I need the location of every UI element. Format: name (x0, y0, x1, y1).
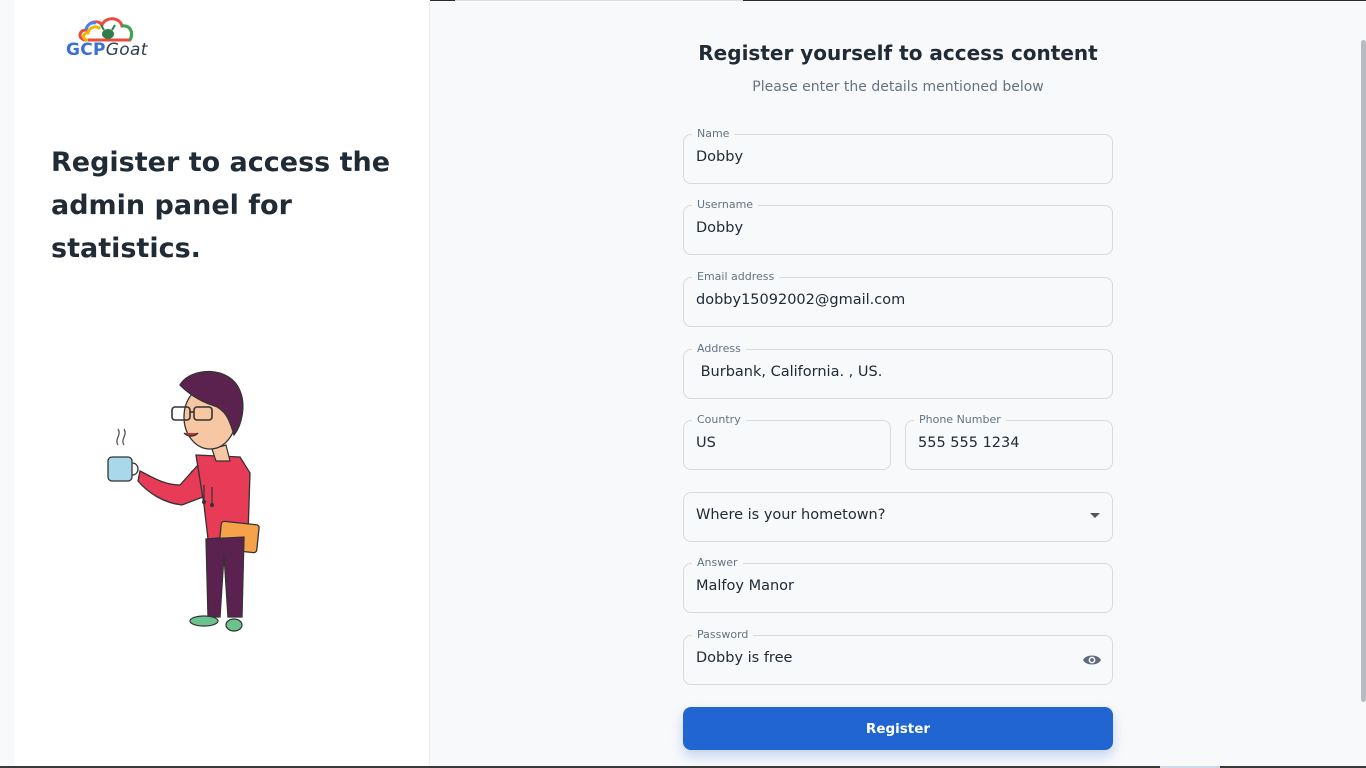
brand-prefix: GCP (66, 40, 106, 60)
chevron-down-icon[interactable] (1090, 513, 1100, 518)
scrollbar[interactable] (1361, 40, 1366, 702)
left-gutter (0, 0, 14, 768)
address-field-label: Address (692, 341, 746, 357)
password-field-value[interactable]: Dobby is free (696, 650, 792, 666)
username-field-value[interactable]: Dobby (696, 220, 743, 236)
register-button[interactable]: Register (683, 707, 1113, 750)
name-field[interactable]: Name Dobby (683, 126, 1113, 184)
top-edge-segment (455, 0, 743, 1)
address-field[interactable]: Address Burbank, California. , US. (683, 341, 1113, 399)
phone-field-label: Phone Number (914, 412, 1006, 428)
eye-icon[interactable] (1082, 652, 1102, 668)
password-field-label: Password (692, 627, 754, 643)
country-field[interactable]: Country US (683, 412, 891, 470)
email-field[interactable]: Email address dobby15092002@gmail.com (683, 269, 1113, 327)
phone-field[interactable]: Phone Number 555 555 1234 (905, 412, 1113, 470)
brand-suffix: Goat (105, 40, 148, 60)
country-field-label: Country (692, 412, 746, 428)
email-field-value[interactable]: dobby15092002@gmail.com (696, 292, 905, 308)
form-subtitle: Please enter the details mentioned below (752, 79, 1044, 95)
security-question-select[interactable]: Where is your hometown? (683, 492, 1113, 542)
answer-field-label: Answer (692, 555, 743, 571)
answer-field-value[interactable]: Malfoy Manor (696, 578, 794, 594)
username-field-label: Username (692, 197, 759, 213)
country-field-value[interactable]: US (696, 435, 716, 451)
phone-field-value[interactable]: 555 555 1234 (918, 435, 1019, 451)
hero-headline: Register to access the admin panel for s… (51, 147, 391, 264)
answer-field[interactable]: Answer Malfoy Manor (683, 555, 1113, 613)
password-field[interactable]: Password Dobby is free (683, 627, 1113, 685)
person-with-coffee-illustration (107, 370, 260, 632)
brand-wordmark: GCPGoat (66, 40, 148, 60)
name-field-label: Name (692, 126, 735, 142)
email-field-label: Email address (692, 269, 780, 285)
form-title: Register yourself to access content (698, 41, 1098, 65)
name-field-value[interactable]: Dobby (696, 149, 743, 165)
security-question-value[interactable]: Where is your hometown? (696, 507, 885, 523)
username-field[interactable]: Username Dobby (683, 197, 1113, 255)
address-field-value[interactable]: Burbank, California. , US. (696, 364, 883, 380)
